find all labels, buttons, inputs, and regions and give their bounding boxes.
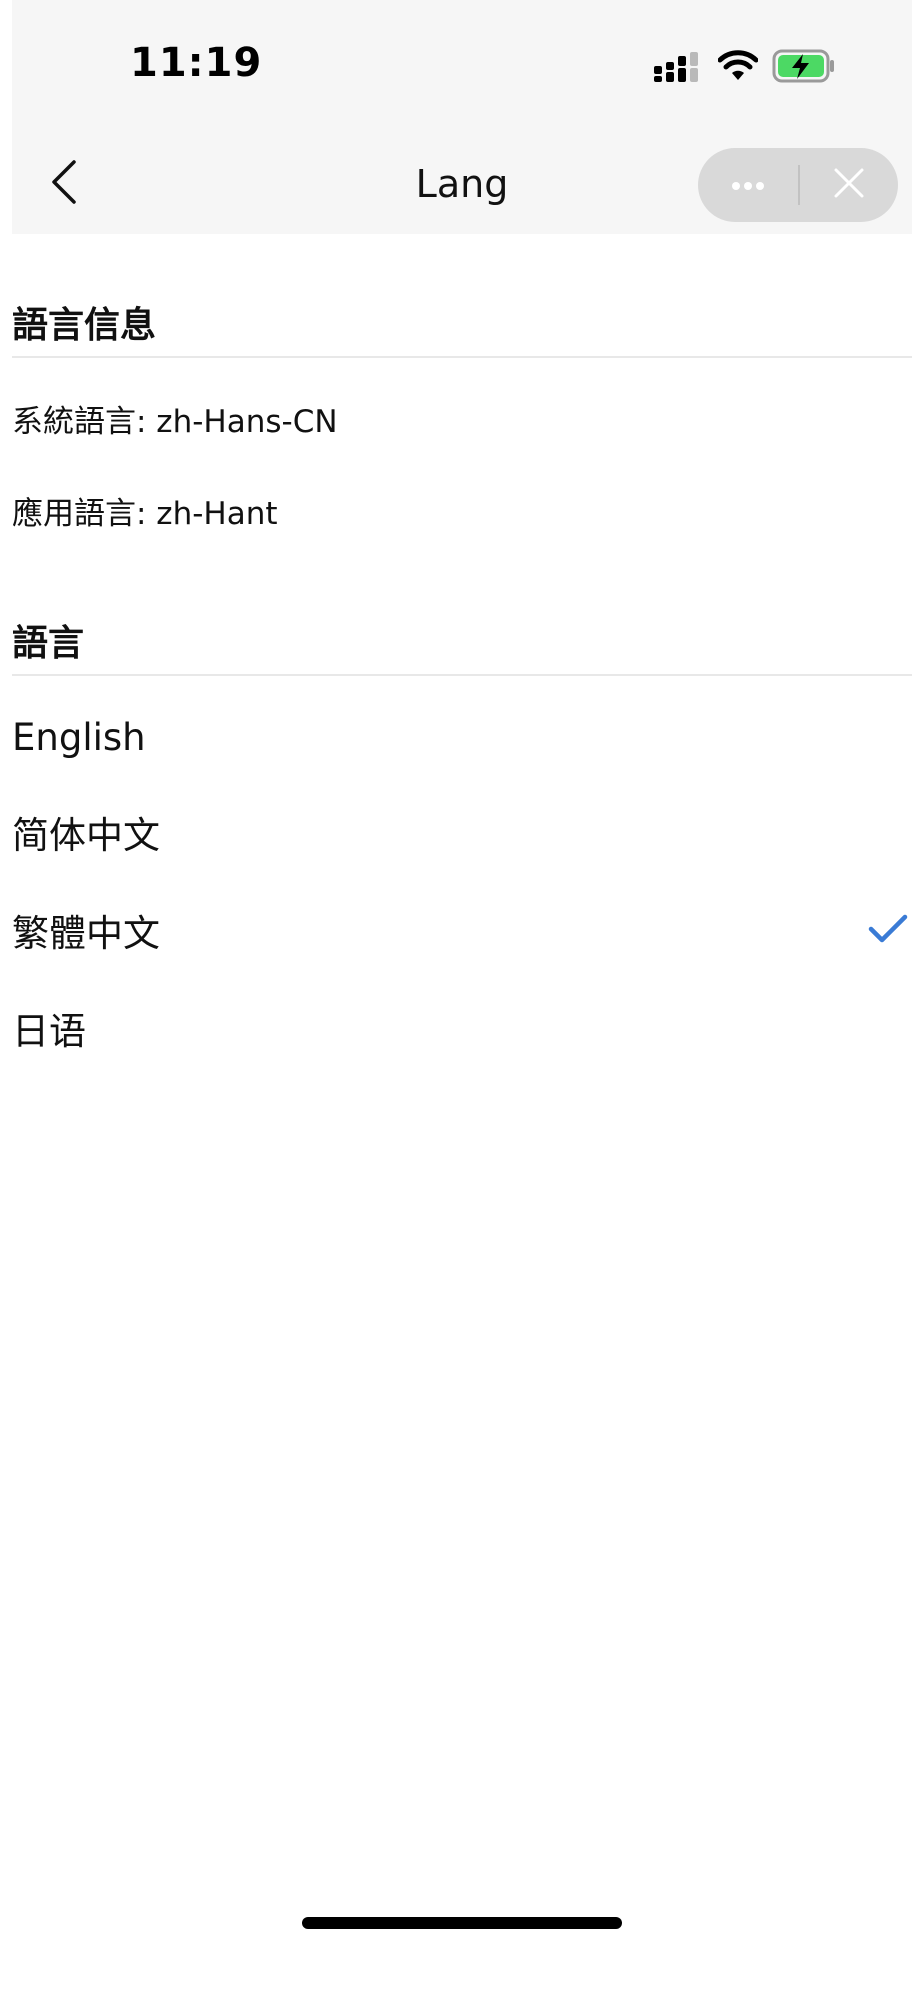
app-language-text: 應用語言: zh-Hant xyxy=(12,496,278,532)
home-indicator[interactable] xyxy=(302,1917,622,1929)
more-dots-icon xyxy=(731,176,765,195)
close-icon xyxy=(833,167,865,203)
language-option-japanese[interactable]: 日语 xyxy=(0,987,924,1077)
language-option-label: 繁體中文 xyxy=(12,912,160,955)
language-option-english[interactable]: English xyxy=(0,693,924,783)
mini-program-capsule xyxy=(698,148,898,222)
more-button[interactable] xyxy=(698,148,798,222)
section-divider xyxy=(12,674,912,676)
language-option-label: 日语 xyxy=(12,1010,86,1053)
system-language-text: 系統語言: zh-Hans-CN xyxy=(12,404,338,440)
wifi-icon xyxy=(717,50,759,86)
language-option-traditional-chinese[interactable]: 繁體中文 xyxy=(0,889,924,979)
battery-charging-icon xyxy=(772,48,836,88)
signal-icon xyxy=(654,52,700,86)
status-time: 11:19 xyxy=(130,40,263,86)
language-option-label: 简体中文 xyxy=(12,814,160,857)
language-section-title: 語言 xyxy=(12,623,85,664)
checkmark-icon xyxy=(868,913,908,949)
language-option-simplified-chinese[interactable]: 简体中文 xyxy=(0,791,924,881)
section-divider xyxy=(12,356,912,358)
language-option-label: English xyxy=(12,716,146,759)
language-info-title: 語言信息 xyxy=(12,305,157,346)
close-button[interactable] xyxy=(800,148,898,222)
